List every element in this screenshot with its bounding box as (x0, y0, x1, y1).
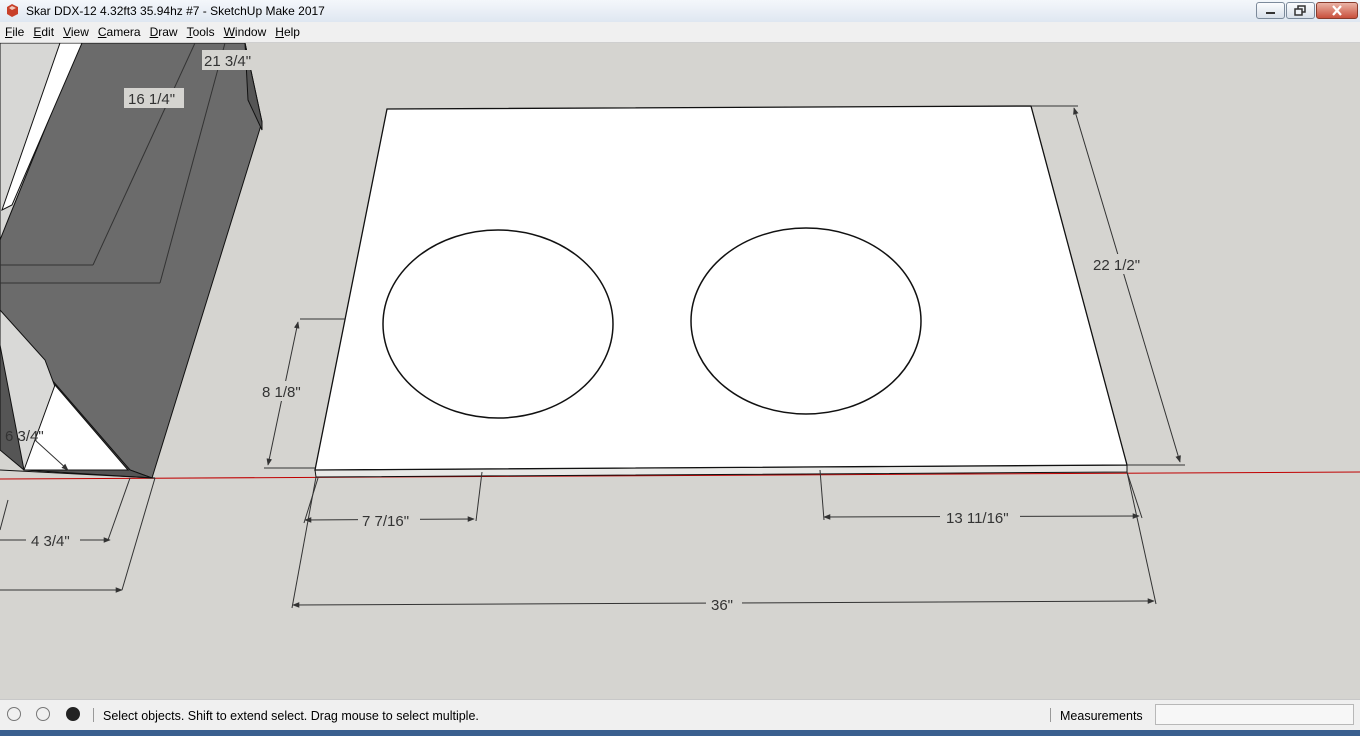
model-canvas[interactable]: 21 3/4" 16 1/4" 6 3/4" 4 3/4" 8 1/8" 22 … (0, 43, 1360, 699)
dimension-label[interactable]: 36" (711, 597, 733, 614)
menu-edit[interactable]: Edit (28, 22, 58, 42)
dimension-label[interactable]: 13 11/16" (946, 510, 1009, 527)
title-bar: Skar DDX-12 4.32ft3 35.94hz #7 - SketchU… (0, 0, 1360, 23)
woofer-cutout-right[interactable] (690, 227, 922, 415)
dimension-label[interactable]: 16 1/4" (128, 91, 175, 108)
minimize-button[interactable] (1256, 2, 1285, 19)
close-button[interactable] (1316, 2, 1358, 19)
status-separator (1050, 708, 1051, 722)
dimension-label[interactable]: 8 1/8" (262, 384, 301, 401)
user-account-icon[interactable] (66, 707, 80, 721)
menu-file[interactable]: File (0, 22, 28, 42)
dimension-label[interactable]: 21 3/4" (204, 53, 251, 70)
menu-bar: File Edit View Camera Draw Tools Window … (0, 22, 1360, 43)
dimension-label[interactable]: 4 3/4" (31, 533, 70, 550)
menu-view[interactable]: View (58, 22, 93, 42)
measurements-label: Measurements (1060, 709, 1143, 723)
credits-icon[interactable] (36, 707, 50, 721)
dimension-label[interactable]: 7 7/16" (362, 513, 409, 530)
status-message: Select objects. Shift to extend select. … (103, 709, 479, 723)
menu-tools[interactable]: Tools (182, 22, 219, 42)
status-separator (93, 708, 94, 722)
restore-button[interactable] (1286, 2, 1315, 19)
dimension-label[interactable]: 6 3/4" (5, 428, 44, 445)
window-title: Skar DDX-12 4.32ft3 35.94hz #7 - SketchU… (26, 4, 325, 18)
minimize-icon (1266, 12, 1275, 14)
measurements-input[interactable] (1155, 704, 1354, 725)
window-controls (1256, 2, 1358, 20)
dimension-label[interactable]: 22 1/2" (1093, 257, 1140, 274)
woofer-cutout-left[interactable] (382, 229, 614, 419)
baffle-board[interactable] (314, 105, 1128, 478)
3d-viewport[interactable]: 21 3/4" 16 1/4" 6 3/4" 4 3/4" 8 1/8" 22 … (0, 43, 1360, 699)
geo-location-icon[interactable] (7, 707, 21, 721)
menu-help[interactable]: Help (270, 22, 304, 42)
taskbar-strip (0, 730, 1360, 736)
menu-draw[interactable]: Draw (145, 22, 182, 42)
restore-icon (1294, 5, 1306, 16)
menu-camera[interactable]: Camera (93, 22, 145, 42)
subwoofer-box-model[interactable] (0, 43, 263, 479)
menu-window[interactable]: Window (219, 22, 271, 42)
close-icon (1332, 5, 1342, 16)
sketchup-app-icon (7, 4, 18, 17)
status-bar: Select objects. Shift to extend select. … (0, 699, 1360, 731)
